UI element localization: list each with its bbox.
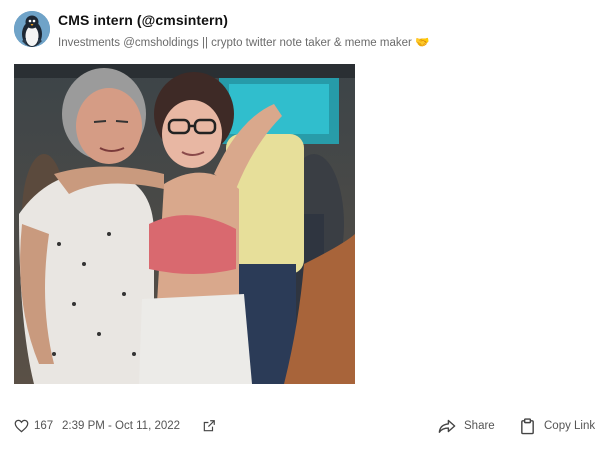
meme-photo-image [14,64,355,384]
user-bio: Investments @cmsholdings || crypto twitt… [58,37,430,49]
share-button[interactable]: Share [438,414,495,438]
like-count: 167 [34,420,54,432]
display-name[interactable]: CMS intern (@cmsintern) [58,12,429,28]
copy-link-label: Copy Link [544,420,596,432]
share-label: Share [464,420,495,432]
avatar[interactable] [14,11,50,47]
tweet-footer: 167 2:39 PM - Oct 11, 2022 Share Copy Li… [14,414,600,438]
tweet-header: CMS intern (@cmsintern) Investments @cms… [14,11,600,51]
open-external-button[interactable] [202,414,216,438]
tweet-timestamp[interactable]: 2:39 PM - Oct 11, 2022 [62,414,180,438]
clipboard-icon [521,417,534,434]
heart-icon [14,419,29,433]
penguin-avatar-icon [14,11,50,47]
like-button[interactable]: 167 [14,414,53,438]
copy-link-button[interactable]: Copy Link [520,414,595,438]
external-link-icon [203,420,215,432]
share-arrow-icon [438,419,456,433]
tweet-photo[interactable] [14,64,355,384]
